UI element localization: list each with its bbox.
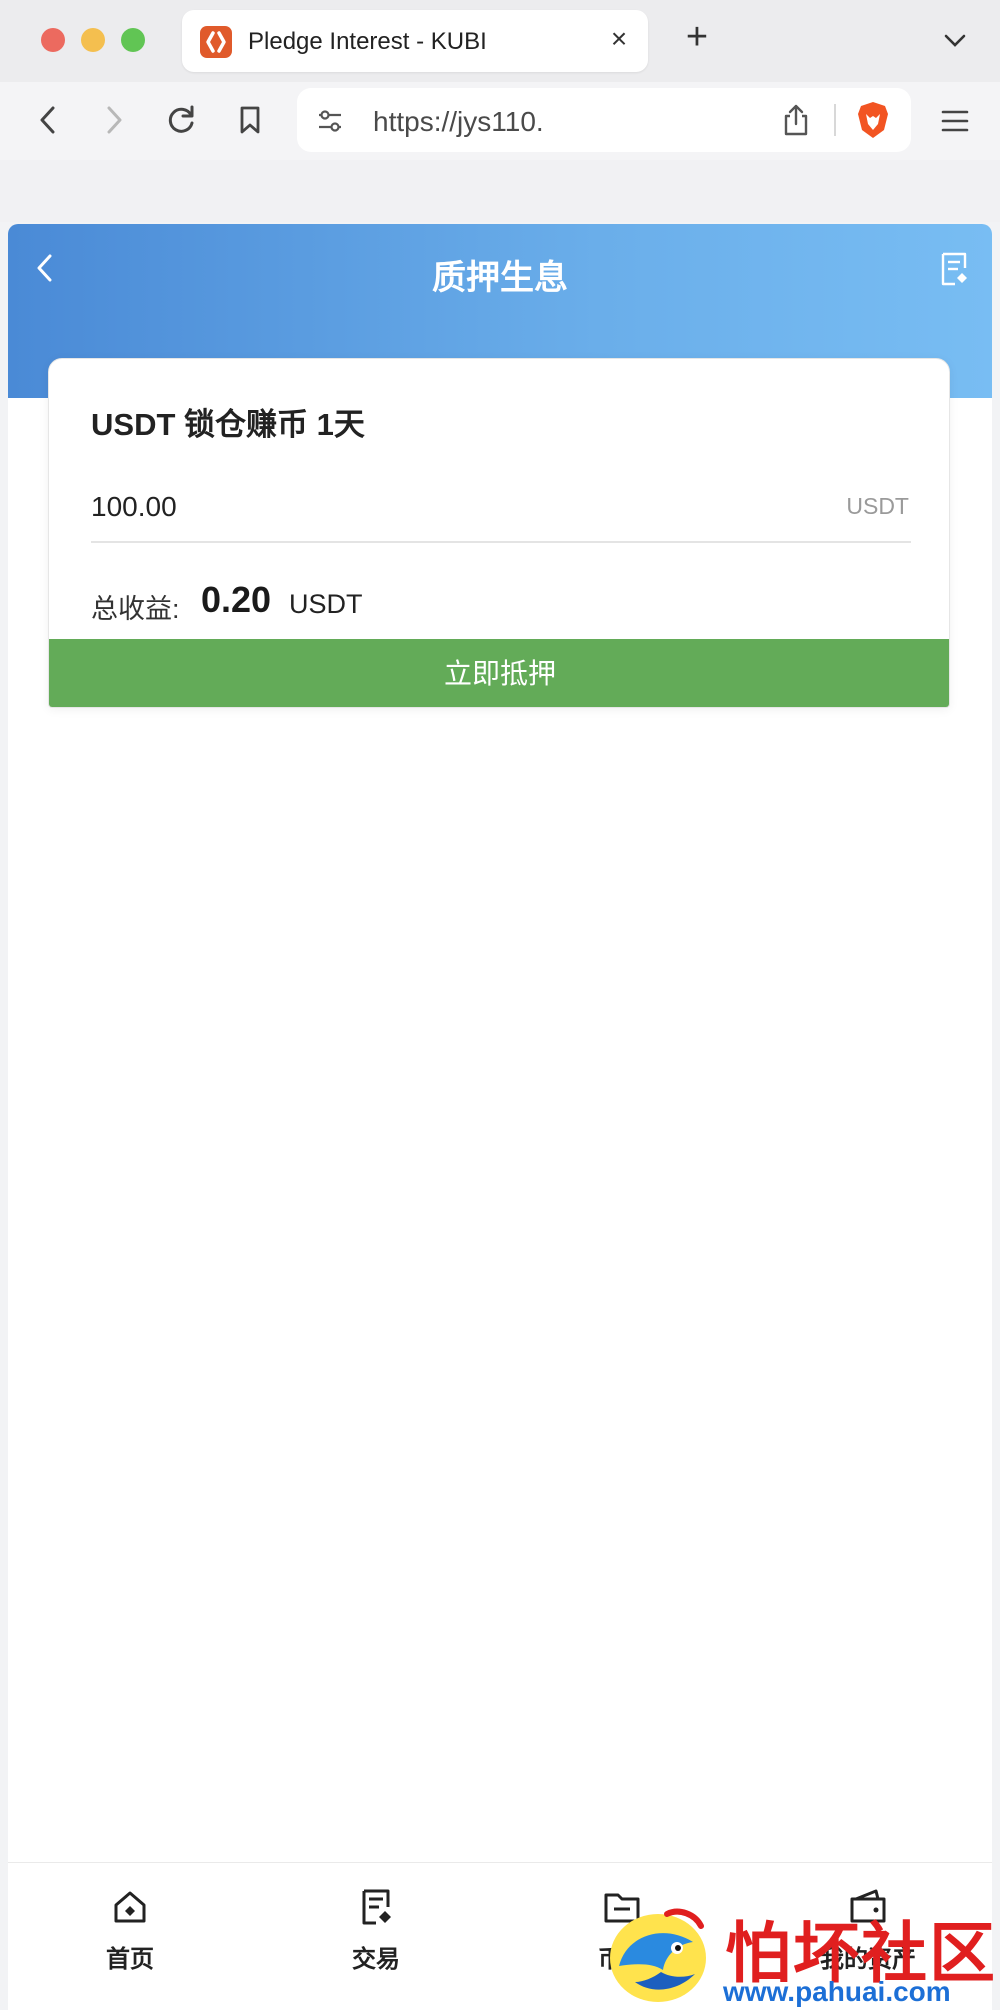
browser-tab[interactable]: Pledge Interest - KUBI × [182,10,648,72]
product-title: USDT 锁仓赚币 1天 [91,407,365,442]
watermark-url: www.pahuai.com [723,1976,951,2007]
site-settings-icon[interactable] [315,106,345,136]
new-tab-button[interactable]: + [680,18,714,56]
total-earnings-label: 总收益: [91,594,180,624]
browser-tab-bar: Pledge Interest - KUBI × + [0,0,1000,82]
tab-title: Pledge Interest - KUBI [248,28,487,55]
nav-item-trade[interactable]: 交易 [316,1887,436,1987]
amount-input[interactable] [91,487,831,527]
nav-label: 交易 [352,1946,400,1973]
amount-unit: USDT [846,493,909,519]
address-divider [834,104,836,136]
home-icon [114,1891,146,1923]
bookmark-icon[interactable] [228,98,272,142]
total-earnings-value: 0.20 [201,579,272,620]
pledge-now-button[interactable]: 立即抵押 [49,639,949,707]
close-window-button[interactable] [41,28,65,52]
blurred-region [0,160,1000,222]
minimize-window-button[interactable] [81,28,105,52]
watermark-fish-logo-icon [610,1908,706,2002]
site-favicon-icon [200,26,232,58]
nav-label: 首页 [106,1946,154,1973]
page-viewport: 质押生息 USDT 锁仓赚币 1天 USDT 总收益: 0.20 USDT 立即… [8,224,992,2010]
records-icon[interactable] [938,250,972,288]
watermark: 怕坏社区 www.pahuai.com [605,1900,1000,2010]
nav-item-home[interactable]: 首页 [70,1887,190,1987]
menu-hamburger-icon[interactable] [938,104,972,138]
page-title: 质押生息 [432,259,568,297]
input-underline [91,541,911,543]
total-earnings-unit: USDT [289,589,363,619]
browser-toolbar: https://jys110. [0,82,1000,160]
back-arrow-icon[interactable] [26,98,70,142]
forward-arrow-icon[interactable] [92,98,136,142]
share-icon[interactable] [779,102,813,138]
tab-list-chevron-icon[interactable] [940,26,970,56]
pledge-card: USDT 锁仓赚币 1天 USDT 总收益: 0.20 USDT 立即抵押 [48,358,950,708]
maximize-window-button[interactable] [121,28,145,52]
reload-icon[interactable] [160,98,204,142]
brave-shield-icon[interactable] [855,100,891,140]
address-bar[interactable]: https://jys110. [297,88,911,152]
trade-icon [362,1889,391,1925]
url-text[interactable]: https://jys110. [373,106,544,138]
tab-close-button[interactable]: × [604,24,634,54]
